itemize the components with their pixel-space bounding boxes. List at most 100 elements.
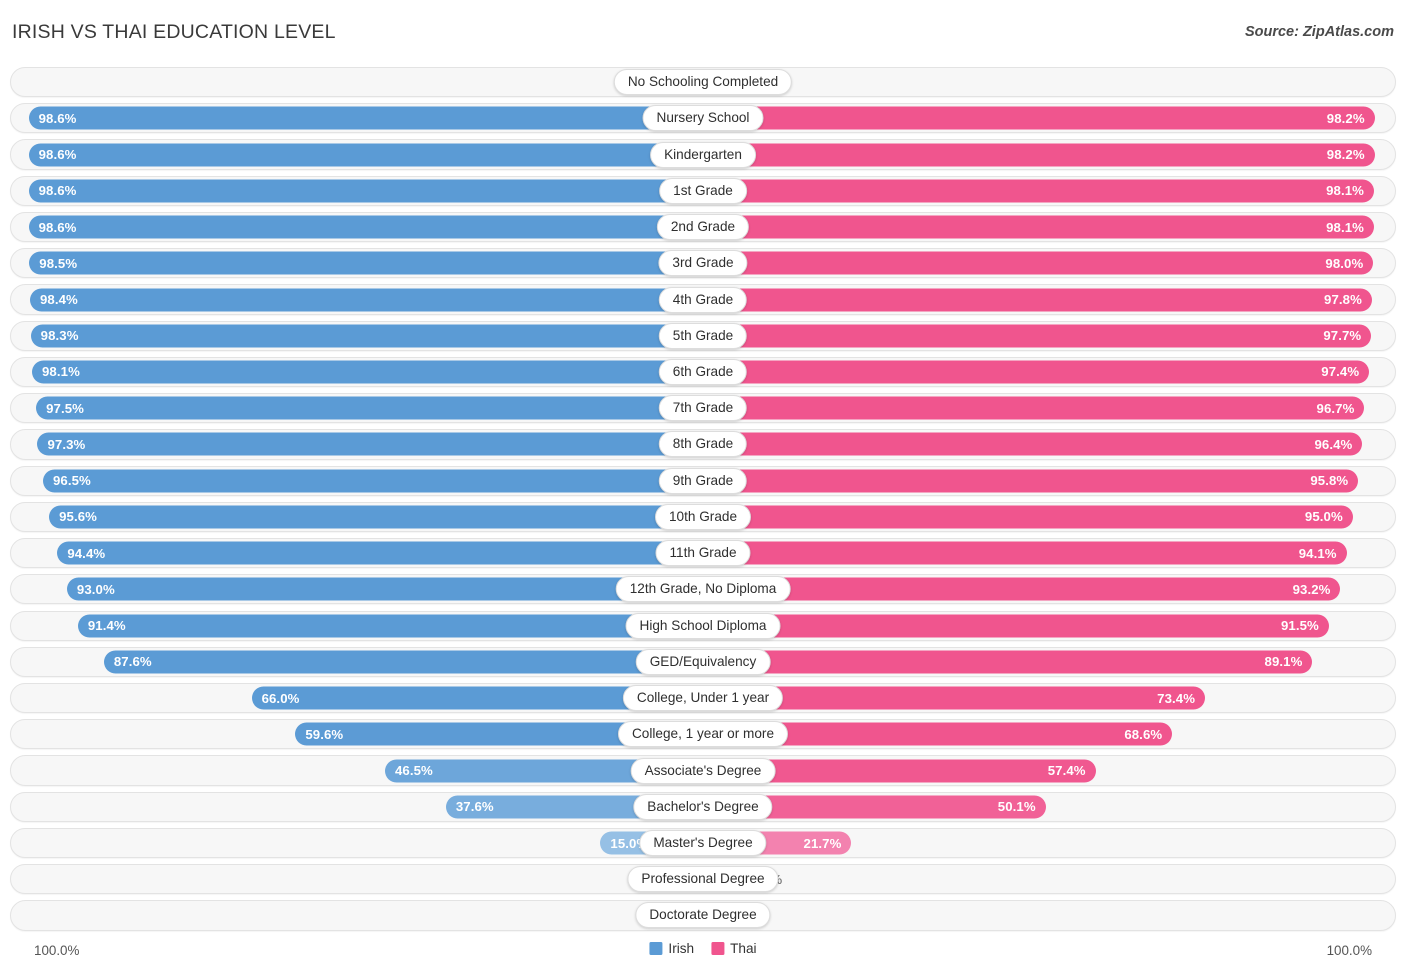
- page-title: IRISH VS THAI EDUCATION LEVEL: [12, 21, 336, 43]
- bar-value-thai: 98.1%: [1326, 183, 1364, 199]
- bar-irish: 91.4%: [77, 614, 703, 638]
- bar-value-irish: 66.0%: [261, 690, 300, 706]
- chart-row: 98.5% 98.0% 3rd Grade: [0, 247, 1406, 279]
- category-label: Associate's Degree: [630, 757, 776, 784]
- chart-row: 1.9%2.8%Doctorate Degree: [0, 899, 1406, 931]
- bar-irish: 98.6%: [28, 143, 703, 167]
- chart-row: 59.6% 68.6% College, 1 year or more: [0, 718, 1406, 750]
- category-label: 2nd Grade: [656, 214, 750, 241]
- category-label: 6th Grade: [658, 358, 748, 385]
- bar-value-irish: 98.6%: [38, 110, 77, 126]
- bar-irish: 94.4%: [57, 541, 703, 565]
- category-label: 8th Grade: [658, 431, 748, 458]
- bar-value-irish: 95.6%: [59, 509, 98, 525]
- category-label: College, Under 1 year: [622, 685, 784, 712]
- chart-row: 15.0% 21.7% Master's Degree: [0, 827, 1406, 859]
- chart-row: 98.1% 97.4% 6th Grade: [0, 356, 1406, 388]
- bar-value-thai: 98.2%: [1326, 110, 1365, 126]
- bar-thai: 98.1%: [703, 179, 1374, 203]
- bar-value-thai: 97.4%: [1321, 364, 1360, 380]
- bar-value-thai: 68.6%: [1124, 726, 1163, 742]
- chart-row: 87.6% 89.1% GED/Equivalency: [0, 646, 1406, 678]
- bar-thai: 98.2%: [703, 143, 1375, 167]
- chart-row: 98.6% 98.2% Nursery School: [0, 102, 1406, 134]
- bar-value-irish: 94.4%: [67, 545, 106, 561]
- bar-value-thai: 97.7%: [1323, 328, 1362, 344]
- bar-value-irish: 93.0%: [76, 581, 115, 597]
- category-label: 1st Grade: [659, 177, 747, 204]
- category-label: Nursery School: [642, 105, 764, 132]
- axis-max-right: 100.0%: [1326, 943, 1372, 958]
- category-label: Doctorate Degree: [635, 902, 771, 929]
- bar-irish: 98.6%: [28, 179, 703, 203]
- bar-value-thai: 95.0%: [1304, 509, 1343, 525]
- chart-row: 97.5% 96.7% 7th Grade: [0, 392, 1406, 424]
- bar-irish: 98.5%: [29, 251, 703, 275]
- bar-value-irish: 98.3%: [40, 328, 79, 344]
- bar-irish: 95.6%: [49, 505, 703, 529]
- bar-value-thai: 21.7%: [803, 835, 842, 851]
- legend-label: Irish: [668, 941, 695, 956]
- legend-item-irish: Irish: [649, 941, 694, 956]
- chart-row: 91.4% 91.5% High School Diploma: [0, 610, 1406, 642]
- chart-row: 37.6% 50.1% Bachelor's Degree: [0, 791, 1406, 823]
- chart-row: 98.4% 97.8% 4th Grade: [0, 283, 1406, 315]
- chart-header: IRISH VS THAI EDUCATION LEVEL Source: Zi…: [0, 0, 1406, 58]
- category-label: Kindergarten: [650, 141, 756, 168]
- bar-value-irish: 98.1%: [42, 364, 80, 380]
- bar-irish: 98.6%: [28, 106, 703, 130]
- bar-value-thai: 91.5%: [1280, 618, 1319, 634]
- category-label: 9th Grade: [658, 467, 748, 494]
- category-label: Master's Degree: [639, 830, 767, 857]
- bar-value-irish: 98.4%: [39, 292, 78, 307]
- bar-irish: 98.1%: [32, 360, 703, 384]
- bar-value-thai: 96.7%: [1316, 400, 1355, 416]
- category-label: College, 1 year or more: [617, 721, 789, 748]
- bar-value-thai: 93.2%: [1292, 581, 1331, 597]
- bar-value-irish: 98.6%: [38, 183, 77, 199]
- category-label: GED/Equivalency: [635, 648, 771, 675]
- category-label: 7th Grade: [658, 395, 748, 422]
- bar-thai: 98.2%: [703, 106, 1375, 130]
- category-label: 10th Grade: [654, 503, 752, 530]
- bar-value-irish: 98.6%: [38, 147, 77, 163]
- chart-row: 97.3% 96.4% 8th Grade: [0, 428, 1406, 460]
- bar-value-thai: 73.4%: [1157, 690, 1196, 706]
- bar-thai: 93.2%: [703, 577, 1341, 601]
- chart-footer: 100.0% 100.0% Irish Thai: [0, 936, 1406, 975]
- category-label: 12th Grade, No Diploma: [615, 576, 791, 603]
- source-attribution: Source: ZipAtlas.com: [1244, 24, 1394, 40]
- legend-item-thai: Thai: [711, 941, 757, 956]
- legend-swatch-icon: [711, 942, 725, 955]
- chart-row: 1.4%1.8%No Schooling Completed: [0, 66, 1406, 98]
- category-label: High School Diploma: [625, 612, 781, 639]
- bar-value-irish: 87.6%: [113, 654, 152, 670]
- bar-value-irish: 96.5%: [52, 473, 91, 489]
- bar-value-thai: 95.8%: [1310, 473, 1349, 489]
- category-label: 11th Grade: [655, 540, 751, 567]
- bar-irish: 93.0%: [66, 577, 703, 601]
- chart-row: 46.5% 57.4% Associate's Degree: [0, 754, 1406, 786]
- bar-value-thai: 89.1%: [1264, 654, 1303, 670]
- chart-row: 98.3% 97.7% 5th Grade: [0, 320, 1406, 352]
- bar-value-thai: 57.4%: [1047, 763, 1086, 779]
- bar-value-irish: 97.5%: [46, 400, 85, 416]
- bar-irish: 97.3%: [37, 432, 703, 456]
- chart-row: 93.0% 93.2% 12th Grade, No Diploma: [0, 573, 1406, 605]
- bar-value-thai: 97.8%: [1324, 292, 1362, 307]
- chart-row: 94.4% 94.1% 11th Grade: [0, 537, 1406, 569]
- bar-value-irish: 98.5%: [39, 255, 78, 271]
- bar-thai: 97.7%: [703, 324, 1372, 348]
- category-label: 4th Grade: [658, 286, 748, 313]
- category-label: No Schooling Completed: [613, 69, 793, 96]
- axis-max-left: 100.0%: [34, 943, 80, 958]
- chart-row: 96.5% 95.8% 9th Grade: [0, 465, 1406, 497]
- bar-irish: 98.6%: [28, 215, 703, 239]
- legend-label: Thai: [730, 941, 757, 956]
- bar-value-irish: 97.3%: [47, 436, 86, 452]
- bar-thai: 98.1%: [703, 215, 1374, 239]
- bar-irish: 97.5%: [36, 396, 703, 420]
- bar-thai: 96.7%: [703, 396, 1365, 420]
- bar-value-thai: 50.1%: [997, 799, 1036, 815]
- bar-thai: 91.5%: [703, 614, 1329, 638]
